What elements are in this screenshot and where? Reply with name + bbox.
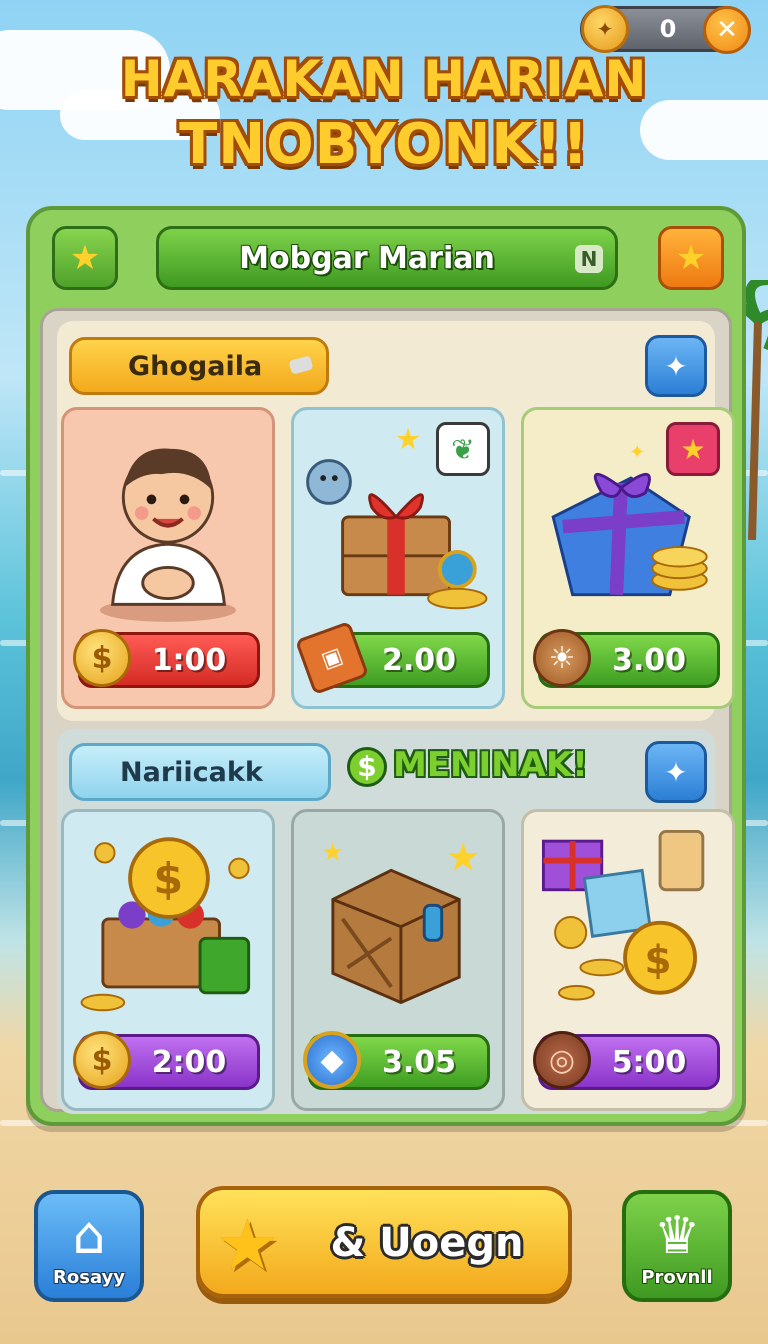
- price-button[interactable]: $ 2:00: [73, 1031, 260, 1090]
- home-icon: ⌂: [72, 1206, 106, 1266]
- coin-chest-art: $: [80, 837, 251, 1012]
- svg-text:★: ★: [321, 838, 344, 867]
- home-button[interactable]: ⌂ Rosayy: [34, 1190, 144, 1302]
- price-value: 2:00: [151, 1044, 227, 1080]
- header-tag: N: [575, 245, 603, 273]
- shop-panel: ★ Mobgar Marian N ★ Ghogaila ✦ $ 1:00 ★ …: [26, 206, 746, 1126]
- shop-card-blue-gift[interactable]: ✦ ★ ☀ 3.00: [521, 407, 735, 709]
- section-label: Nariicakk: [120, 756, 263, 788]
- section-label-pill: Nariicakk: [69, 743, 331, 801]
- star-icon: ★: [666, 422, 720, 476]
- shop-card-wooden-crate[interactable]: ★ ★ ◆ 3.05: [291, 809, 505, 1111]
- ticket-icon: ▣: [294, 620, 370, 696]
- price-value: 3.05: [381, 1044, 457, 1080]
- leaf-icon: ❦: [436, 422, 490, 476]
- pin-icon: ✦: [664, 755, 688, 789]
- price-value: 1:00: [151, 642, 227, 678]
- character-boy-art: [99, 448, 237, 622]
- eraser-icon: [288, 355, 314, 375]
- section-special: Nariicakk $ MENINAK! ✦ $ $ 2:00 ★ ★ ◆ 3.…: [57, 729, 735, 1114]
- pin-icon: ✦: [664, 349, 688, 383]
- main-action-button[interactable]: ★ & Uoegn: [196, 1186, 572, 1298]
- star-icon: ★: [675, 238, 707, 278]
- section-label: Ghogaila: [128, 350, 263, 382]
- shop-card-gift-bundle[interactable]: $ ◎ 5:00: [521, 809, 735, 1111]
- dollar-icon: $: [347, 747, 387, 787]
- promo-text: MENINAK!: [393, 745, 588, 785]
- coin-icon: $: [73, 1031, 131, 1089]
- title-line-2: TNOBYONK!!: [179, 112, 589, 177]
- shop-card-gift-crate[interactable]: ★ ❦ ▣ 2.00: [291, 407, 505, 709]
- price-button[interactable]: ☀ 3.00: [533, 629, 720, 688]
- svg-text:$: $: [645, 938, 672, 983]
- price-value: 2.00: [381, 642, 457, 678]
- shop-card-coin-chest[interactable]: $ $ 2:00: [61, 809, 275, 1111]
- crown-button[interactable]: ♛ Provnll: [622, 1190, 732, 1302]
- price-button[interactable]: ▣ 2.00: [294, 620, 490, 696]
- pin-button[interactable]: ✦: [645, 741, 707, 803]
- currency-display: ✦ 0 ✕: [580, 5, 751, 54]
- price-value: 5:00: [611, 1044, 687, 1080]
- crown-icon: ♛: [653, 1206, 701, 1266]
- price-button[interactable]: $ 1:00: [73, 629, 260, 688]
- gift-coins-drink-art: $: [541, 829, 705, 1001]
- price-button[interactable]: ◆ 3.05: [303, 1031, 490, 1090]
- svg-text:★: ★: [395, 422, 421, 456]
- star-icon: ★: [69, 238, 101, 278]
- price-button[interactable]: ◎ 5:00: [533, 1031, 720, 1090]
- coin-icon: $: [73, 629, 131, 687]
- close-icon[interactable]: ✕: [703, 6, 751, 54]
- svg-text:★: ★: [446, 835, 481, 880]
- panel-content: Ghogaila ✦ $ 1:00 ★ ❦ ▣ 2.00 ✦ ★ ☀ 3.00 …: [40, 308, 735, 1114]
- promo-label: $ MENINAK!: [347, 745, 588, 787]
- price-value: 3.00: [611, 642, 687, 678]
- svg-text:$: $: [153, 855, 183, 905]
- home-label: Rosayy: [53, 1267, 125, 1288]
- star-icon: ★: [216, 1204, 279, 1286]
- star-button-left[interactable]: ★: [52, 226, 118, 290]
- bronze-coin-icon: ◎: [533, 1031, 591, 1089]
- gear-coin-icon: ✦: [581, 5, 629, 53]
- crown-label: Provnll: [641, 1267, 713, 1288]
- svg-text:✦: ✦: [629, 441, 645, 464]
- wooden-crate-art: ★ ★: [321, 835, 481, 1005]
- header-label: Mobgar Marian: [239, 241, 495, 276]
- section-label-pill: Ghogaila: [69, 337, 329, 395]
- shop-card-character[interactable]: $ 1:00: [61, 407, 275, 709]
- star-button-right[interactable]: ★: [658, 226, 724, 290]
- pin-button[interactable]: ✦: [645, 335, 707, 397]
- title-line-1: HARAKAN HARIAN: [120, 50, 648, 108]
- gem-icon: ◆: [303, 1031, 361, 1089]
- currency-count: 0: [659, 15, 677, 43]
- section-daily: Ghogaila ✦ $ 1:00 ★ ❦ ▣ 2.00 ✦ ★ ☀ 3.00: [57, 321, 735, 721]
- sun-icon: ☀: [533, 629, 591, 687]
- main-action-label: & Uoegn: [330, 1220, 524, 1266]
- header-bar[interactable]: Mobgar Marian N: [156, 226, 618, 290]
